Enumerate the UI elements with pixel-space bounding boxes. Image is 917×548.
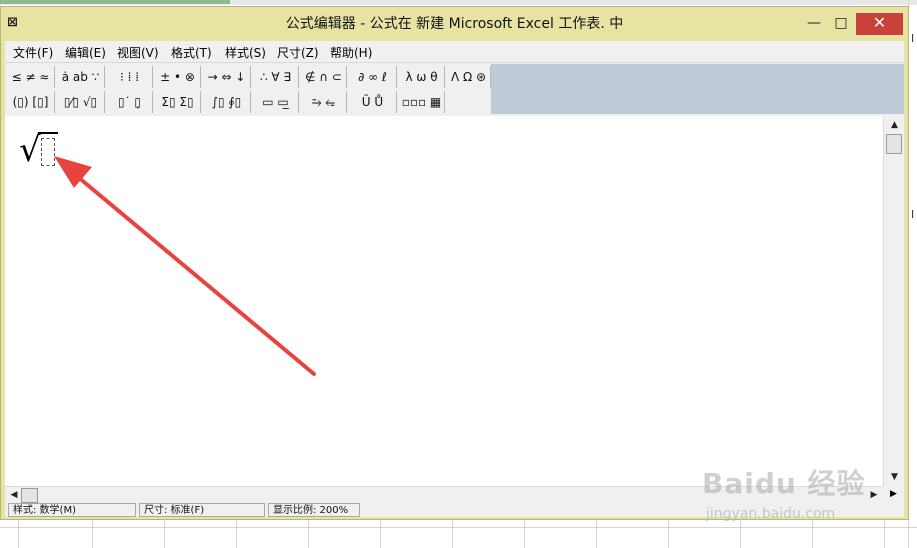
fence-templates-button[interactable]: (▯) [▯] xyxy=(7,91,55,113)
menu-help[interactable]: 帮助(H) xyxy=(330,44,372,61)
spaces-ellipses-button[interactable]: ȧ ab ∵ xyxy=(57,66,105,88)
status-size: 尺寸: 标准(F) xyxy=(139,503,265,517)
watermark-url: jingyan.baidu.com xyxy=(706,506,836,522)
menu-edit[interactable]: 编辑(E) xyxy=(65,44,106,61)
excel-row-label: I xyxy=(911,208,915,221)
vertical-scrollbar[interactable]: ▲ ▼ xyxy=(883,116,904,486)
arrow-symbols-button[interactable]: → ⇔ ↓ xyxy=(203,66,251,88)
radical-sign-icon: √ xyxy=(19,130,41,170)
template-palette-row: (▯) [▯] ▯⁄▯ √▯ ▯˙ ▯̣ Σ▯ Σ▯ ∫▯ ∮▯ ▭ ▭̲ ⥲ … xyxy=(7,90,491,114)
operator-symbols-button[interactable]: ± • ⊗ xyxy=(155,66,201,88)
product-templates-button[interactable]: Ū Ů xyxy=(349,91,397,113)
scroll-right-end-icon[interactable]: ▶ xyxy=(883,486,904,503)
excel-grid-line xyxy=(524,520,525,548)
symbol-palette-row: ≤ ≠ ≈ ȧ ab ∵ ⁝ ⁞ ⁞ ± • ⊗ → ⇔ ↓ ∴ ∀ ∃ ∉ ∩… xyxy=(7,65,491,89)
excel-grid-line xyxy=(18,520,19,548)
title-bar[interactable]: ⊠ 公式编辑器 - 公式在 新建 Microsoft Excel 工作表. 中 … xyxy=(1,7,908,41)
empty-placeholder-slot[interactable] xyxy=(41,138,55,166)
fraction-radical-templates-button[interactable]: ▯⁄▯ √▯ xyxy=(57,91,105,113)
menu-bar: 文件(F) 编辑(E) 视图(V) 格式(T) 样式(S) 尺寸(Z) 帮助(H… xyxy=(5,41,904,63)
radical-bar xyxy=(38,132,58,134)
greek-uppercase-button[interactable]: Λ Ω ⊛ xyxy=(447,66,491,88)
minimize-button[interactable]: — xyxy=(801,13,827,35)
labeled-arrow-templates-button[interactable]: ⥲ ⥳ xyxy=(301,91,347,113)
bar-templates-button[interactable]: ▭ ▭̲ xyxy=(253,91,299,113)
subscript-templates-button[interactable]: ▯˙ ▯̣ xyxy=(107,91,153,113)
menu-file[interactable]: 文件(F) xyxy=(13,44,53,61)
close-button[interactable]: ✕ xyxy=(856,13,903,35)
window-title: 公式编辑器 - 公式在 新建 Microsoft Excel 工作表. 中 xyxy=(285,16,624,32)
menu-size[interactable]: 尺寸(Z) xyxy=(277,44,319,61)
menu-style[interactable]: 样式(S) xyxy=(225,44,266,61)
greek-lowercase-button[interactable]: λ ω θ xyxy=(399,66,445,88)
integral-templates-button[interactable]: ∫▯ ∮▯ xyxy=(203,91,251,113)
equation-editor-window: ⊠ 公式编辑器 - 公式在 新建 Microsoft Excel 工作表. 中 … xyxy=(0,6,909,520)
scroll-down-icon[interactable]: ▼ xyxy=(887,470,902,484)
symbol-palette: ≤ ≠ ≈ ȧ ab ∵ ⁝ ⁞ ⁞ ± • ⊗ → ⇔ ↓ ∴ ∀ ∃ ∉ ∩… xyxy=(5,64,491,114)
excel-grid-line xyxy=(92,520,93,548)
menu-format[interactable]: 格式(T) xyxy=(171,44,212,61)
logical-symbols-button[interactable]: ∴ ∀ ∃ xyxy=(253,66,299,88)
scroll-up-icon[interactable]: ▲ xyxy=(887,118,902,132)
summation-templates-button[interactable]: Σ▯ Σ▯ xyxy=(155,91,201,113)
vertical-scroll-thumb[interactable] xyxy=(886,134,902,154)
excel-grid-line xyxy=(236,520,237,548)
excel-grid-line xyxy=(668,520,669,548)
excel-grid-line xyxy=(308,520,309,548)
matrix-templates-button[interactable]: ▫▫▫ ▦ xyxy=(399,91,445,113)
excel-grid-line xyxy=(596,520,597,548)
client-area: 文件(F) 编辑(E) 视图(V) 格式(T) 样式(S) 尺寸(Z) 帮助(H… xyxy=(5,41,904,517)
excel-grid-line xyxy=(452,520,453,548)
excel-grid-line xyxy=(380,520,381,548)
watermark: Baidu 经验 jingyan.baidu.com xyxy=(702,462,872,532)
set-theory-symbols-button[interactable]: ∉ ∩ ⊂ xyxy=(301,66,347,88)
misc-symbols-button[interactable]: ∂ ∞ ℓ xyxy=(349,66,397,88)
toolbar-area: ≤ ≠ ≈ ȧ ab ∵ ⁝ ⁞ ⁞ ± • ⊗ → ⇔ ↓ ∴ ∀ ∃ ∉ ∩… xyxy=(5,64,904,114)
status-zoom: 显示比例: 200% xyxy=(268,503,360,517)
menu-view[interactable]: 视图(V) xyxy=(117,44,159,61)
horizontal-scroll-thumb[interactable] xyxy=(21,488,38,503)
equation-canvas[interactable]: √ xyxy=(5,116,883,486)
watermark-logo: Baidu 经验 xyxy=(702,467,866,500)
square-root-template[interactable]: √ xyxy=(19,128,69,174)
excel-top-strip-accent xyxy=(0,0,230,4)
relational-symbols-button[interactable]: ≤ ≠ ≈ xyxy=(7,66,55,88)
excel-grid-line xyxy=(884,520,885,548)
maximize-button[interactable]: □ xyxy=(828,13,854,35)
status-style: 样式: 数学(M) xyxy=(8,503,136,517)
excel-grid-line xyxy=(164,520,165,548)
scroll-left-icon[interactable]: ◀ xyxy=(8,489,20,502)
excel-row-label: I xyxy=(911,32,915,45)
embellishments-button[interactable]: ⁝ ⁞ ⁞ xyxy=(107,66,153,88)
